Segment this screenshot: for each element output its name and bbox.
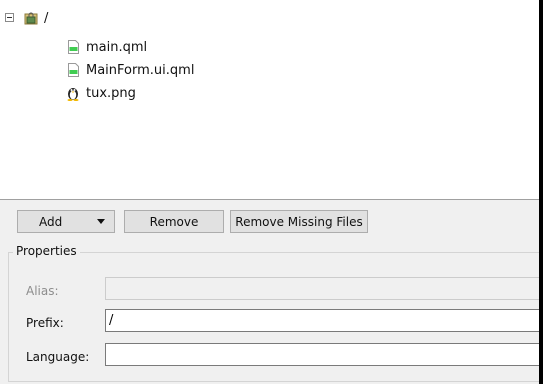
language-label: Language:	[26, 350, 90, 364]
tree-item-root[interactable]: /	[24, 9, 48, 27]
tree-item-label: /	[44, 10, 49, 26]
tree-item-file[interactable]: tux.png	[66, 84, 136, 102]
tree-item-file[interactable]: main.qml	[68, 38, 147, 56]
language-field[interactable]	[105, 343, 539, 366]
lock-folder-icon	[24, 11, 38, 25]
add-button-label: Add	[39, 214, 63, 229]
qml-file-icon	[68, 63, 79, 77]
prefix-label: Prefix:	[26, 316, 64, 330]
resource-editor: / main.qml MainForm.ui.qml tux.png Add R…	[0, 0, 539, 384]
alias-field[interactable]	[105, 277, 539, 300]
tree-item-label: main.qml	[86, 39, 148, 55]
tree-item-label: tux.png	[86, 85, 136, 101]
resource-tree[interactable]: / main.qml MainForm.ui.qml tux.png	[0, 0, 539, 200]
dropdown-arrow-icon[interactable]	[97, 219, 105, 224]
tux-penguin-icon	[66, 85, 80, 101]
alias-label: Alias:	[26, 284, 59, 298]
properties-title: Properties	[13, 244, 80, 258]
tree-item-file[interactable]: MainForm.ui.qml	[68, 61, 194, 79]
qml-file-icon	[68, 40, 79, 54]
tree-item-label: MainForm.ui.qml	[86, 62, 195, 78]
add-button[interactable]: Add	[17, 210, 115, 233]
collapse-toggle-icon[interactable]	[5, 13, 14, 22]
remove-button[interactable]: Remove	[124, 210, 224, 233]
prefix-field[interactable]: /	[105, 309, 539, 332]
remove-missing-files-button[interactable]: Remove Missing Files	[230, 210, 368, 233]
resource-toolbar: Add Remove Remove Missing Files	[0, 200, 539, 240]
